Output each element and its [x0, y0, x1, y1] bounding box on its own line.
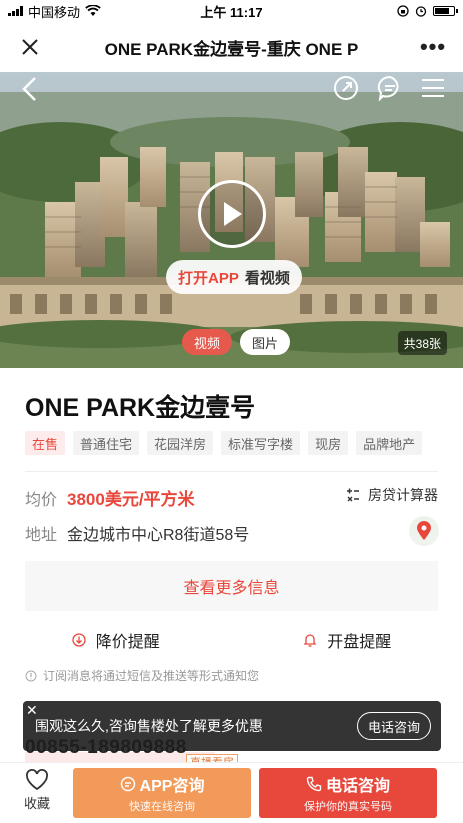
- watch-video-label: 看视频: [244, 269, 290, 287]
- bell-icon: [304, 633, 317, 647]
- clock: 上午 11:17: [200, 4, 263, 20]
- status-bar: 中国移动 上午 11:17: [0, 0, 463, 22]
- play-icon: [224, 202, 242, 226]
- price-drop-alert-button[interactable]: 降价提醒: [0, 626, 232, 654]
- chat-bubble-icon: [120, 776, 135, 792]
- popup-phone-consult-button[interactable]: 电话咨询: [356, 712, 431, 740]
- price-row: 均价 3800美元/平方米: [25, 485, 195, 510]
- divider: [25, 471, 438, 472]
- notice-text: 订阅消息将通过短信及推送等形式通知您: [43, 669, 260, 683]
- wifi-icon: [85, 5, 101, 16]
- heart-icon: [26, 769, 48, 791]
- mortgage-calculator-button[interactable]: 房贷计算器: [346, 485, 438, 505]
- nav-bar: ONE PARK金边壹号-重庆 ONE P •••: [0, 22, 463, 72]
- favorite-label: 收藏: [23, 796, 50, 811]
- tab-video[interactable]: 视频: [182, 329, 233, 355]
- address-value: 金边城市中心R8街道58号: [67, 527, 250, 544]
- more-menu-button[interactable]: •••: [403, 22, 463, 72]
- address-label: 地址: [25, 527, 58, 544]
- price-value: 3800美元/平方米: [67, 490, 195, 509]
- phone-consult-label: 电话咨询: [325, 778, 390, 795]
- app-consult-label: APP咨询: [139, 778, 205, 795]
- map-location-button[interactable]: [409, 516, 439, 546]
- tag-item: 标准写字楼: [221, 431, 301, 455]
- chat-icon: [377, 75, 399, 102]
- image-count-badge: 共38张: [397, 331, 447, 355]
- popup-text: 围观这么久,咨询售楼处了解更多优惠: [35, 718, 263, 734]
- menu-icon: [422, 79, 444, 97]
- opening-alert-label: 开盘提醒: [327, 634, 392, 651]
- app-consult-button[interactable]: APP咨询 快速在线咨询: [73, 768, 251, 818]
- property-tags: 在售 普通住宅 花园洋房 标准写字楼 现房 品牌地产: [25, 431, 423, 455]
- share-button[interactable]: [333, 75, 359, 106]
- tag-item: 花园洋房: [147, 431, 214, 455]
- favorite-button[interactable]: 收藏: [12, 769, 62, 812]
- chevron-left-icon: [22, 77, 36, 101]
- phone-consult-sublabel: 保护你的真实号码: [304, 801, 392, 813]
- page-title: ONE PARK金边壹号-重庆 ONE P: [104, 39, 359, 59]
- opening-alert-button[interactable]: 开盘提醒: [232, 626, 463, 654]
- close-icon: [22, 39, 38, 55]
- bottom-action-bar: 收藏 APP咨询 快速在线咨询 电话咨询 保护你的真实号码: [0, 762, 463, 823]
- property-name: ONE PARK金边壹号: [25, 394, 256, 422]
- alert-row: 降价提醒 开盘提醒: [0, 626, 463, 654]
- location-pin-icon: [417, 521, 431, 540]
- back-button[interactable]: [20, 76, 40, 107]
- play-video-button[interactable]: [198, 180, 266, 248]
- tag-item: 品牌地产: [356, 431, 423, 455]
- price-drop-alert-label: 降价提醒: [95, 634, 160, 651]
- price-label: 均价: [25, 491, 58, 509]
- open-app-label: 打开APP: [178, 269, 239, 287]
- battery-icon: [433, 6, 458, 16]
- menu-button[interactable]: [421, 75, 445, 106]
- tag-item: 普通住宅: [73, 431, 140, 455]
- tag-item: 现房: [308, 431, 349, 455]
- arrow-down-icon: [72, 633, 86, 647]
- calculator-icon: [347, 488, 359, 502]
- address-row: 地址 金边城市中心R8街道58号: [25, 521, 249, 545]
- phone-consult-button[interactable]: 电话咨询 保护你的真实号码: [259, 768, 437, 818]
- calculator-label: 房贷计算器: [368, 487, 438, 503]
- more-info-button[interactable]: 查看更多信息: [25, 561, 438, 611]
- share-icon: [334, 76, 358, 100]
- tag-on-sale: 在售: [25, 431, 66, 455]
- tab-images[interactable]: 图片: [240, 329, 291, 355]
- info-icon: [25, 670, 37, 681]
- app-consult-sublabel: 快速在线咨询: [129, 801, 195, 813]
- open-app-video-button[interactable]: 打开APP 看视频: [166, 260, 302, 294]
- chat-button[interactable]: [377, 75, 403, 106]
- hero-media[interactable]: 打开APP 看视频 视频 图片 共38张: [0, 72, 463, 368]
- media-tabs: 视频 图片: [182, 329, 291, 355]
- subscription-notice: 订阅消息将通过短信及推送等形式通知您: [25, 667, 259, 684]
- phone-icon: [306, 776, 322, 792]
- alarm-icon: [415, 6, 427, 17]
- signal-icon: [8, 6, 23, 16]
- carrier-label: 中国移动: [28, 4, 81, 20]
- close-button[interactable]: [0, 22, 60, 72]
- consult-popup: ✕ 围观这么久,咨询售楼处了解更多优惠 电话咨询: [23, 701, 441, 751]
- orientation-lock-icon: [397, 5, 409, 17]
